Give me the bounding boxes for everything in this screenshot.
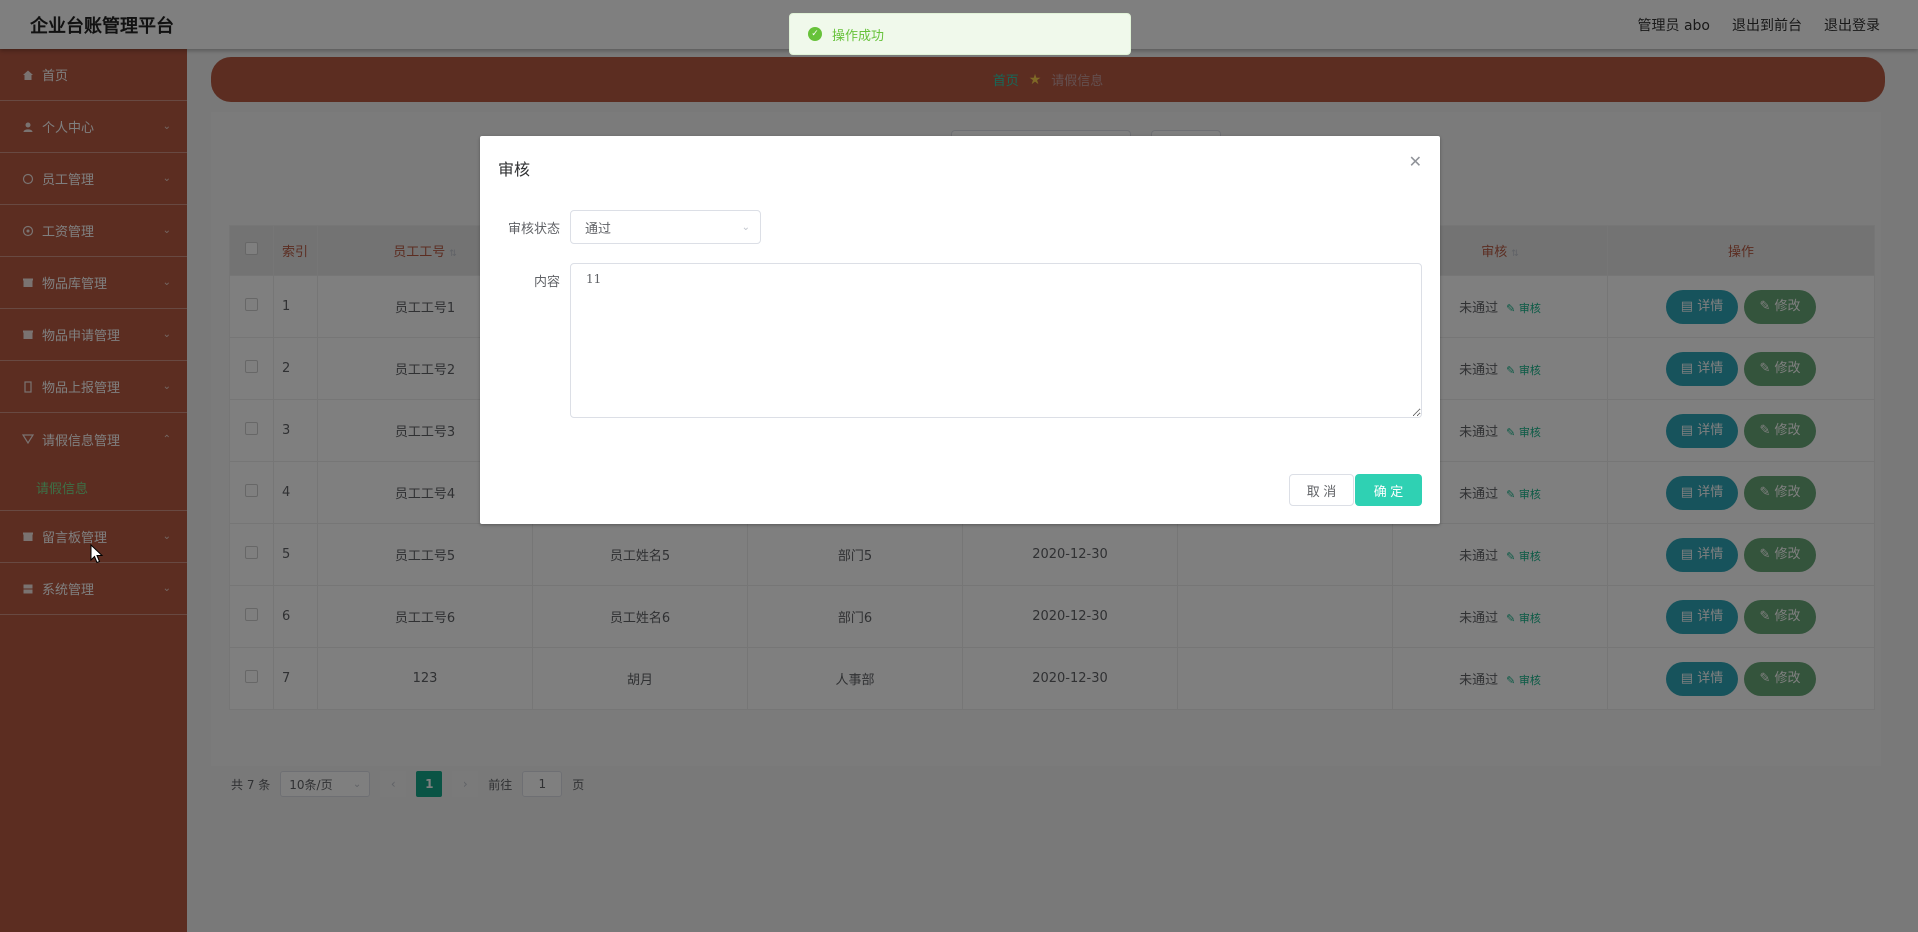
- mouse-cursor-icon: [90, 544, 104, 564]
- audit-status-value: 通过: [585, 221, 612, 237]
- confirm-button[interactable]: 确 定: [1355, 474, 1422, 506]
- cancel-button[interactable]: 取 消: [1289, 474, 1354, 506]
- success-toast: ✓ 操作成功: [789, 13, 1131, 55]
- toast-message: 操作成功: [832, 28, 885, 44]
- check-circle-icon: ✓: [808, 27, 822, 41]
- audit-status-select[interactable]: 通过 ⌄: [570, 210, 761, 244]
- audit-dialog: 审核 ✕ 审核状态 通过 ⌄ 内容 11 取 消 确 定: [480, 136, 1440, 524]
- dialog-title: 审核: [498, 160, 531, 179]
- status-label: 审核状态: [507, 222, 560, 237]
- chevron-down-icon: ⌄: [741, 221, 750, 233]
- content-label: 内容: [533, 275, 560, 290]
- content-textarea[interactable]: 11: [570, 263, 1422, 418]
- close-icon[interactable]: ✕: [1409, 152, 1422, 171]
